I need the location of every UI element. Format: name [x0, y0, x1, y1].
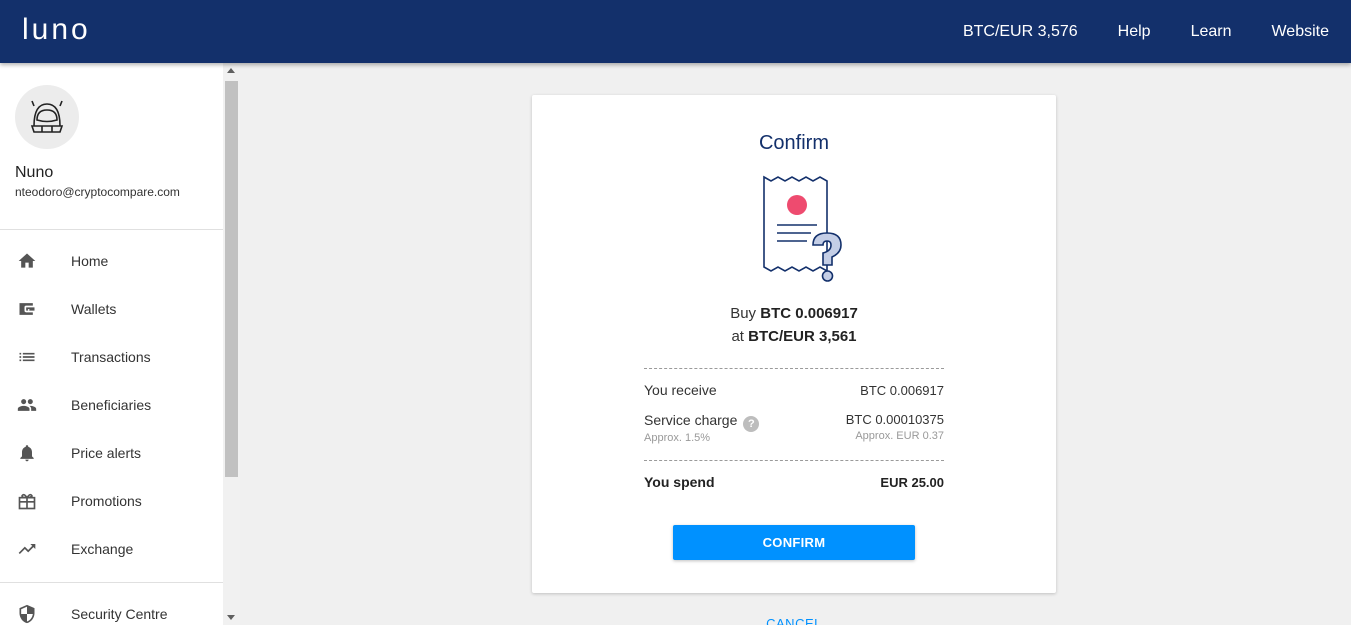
avatar[interactable]: [15, 85, 79, 149]
sidebar-item-beneficiaries[interactable]: Beneficiaries: [0, 381, 223, 429]
sidebar-item-wallets[interactable]: Wallets: [0, 285, 223, 333]
top-nav: BTC/EUR 3,576 Help Learn Website: [923, 0, 1329, 63]
list-icon: [17, 347, 37, 367]
bell-icon: [17, 443, 37, 463]
sidebar-item-label: Home: [71, 253, 109, 269]
receive-label: You receive: [644, 382, 717, 398]
sidebar-item-label: Price alerts: [71, 445, 142, 461]
scroll-thumb[interactable]: [225, 81, 238, 477]
sidebar: Nuno nteodoro@cryptocompare.com Home Wal…: [0, 63, 223, 625]
buy-prefix: Buy: [730, 305, 757, 322]
sidebar-item-promotions[interactable]: Promotions: [0, 477, 223, 525]
wallet-icon: [17, 299, 37, 319]
receipt-question-icon: [763, 175, 842, 282]
sidebar-item-home[interactable]: Home: [0, 237, 223, 285]
dashed-divider: [644, 460, 944, 461]
astronaut-helmet-icon: [30, 100, 64, 133]
sidebar-scrollbar[interactable]: [223, 63, 240, 625]
service-charge-percent: Approx. 1.5%: [644, 432, 711, 444]
receive-value: BTC 0.006917: [860, 383, 944, 398]
sidebar-item-security-centre[interactable]: Security Centre: [0, 590, 223, 625]
sidebar-item-label: Wallets: [71, 301, 117, 317]
service-charge-label: Service charge: [644, 412, 738, 428]
help-icon[interactable]: ?: [743, 416, 760, 432]
sidebar-item-label: Exchange: [71, 541, 134, 557]
sidebar-item-label: Transactions: [71, 349, 151, 365]
people-icon: [17, 395, 37, 415]
trending-up-icon: [17, 539, 37, 559]
dashed-divider: [644, 368, 944, 369]
gift-icon: [17, 491, 37, 511]
sidebar-item-label: Security Centre: [71, 606, 168, 622]
website-link[interactable]: Website: [1271, 23, 1329, 41]
user-email: nteodoro@cryptocompare.com: [15, 185, 180, 199]
scroll-down-icon[interactable]: [227, 615, 235, 620]
sidebar-item-price-alerts[interactable]: Price alerts: [0, 429, 223, 477]
confirm-button[interactable]: CONFIRM: [673, 525, 915, 560]
sidebar-item-label: Promotions: [71, 493, 142, 509]
help-link[interactable]: Help: [1118, 23, 1151, 41]
service-charge-value: BTC 0.00010375: [845, 412, 944, 427]
user-name: Nuno: [15, 164, 54, 181]
rate-value: BTC/EUR 3,561: [748, 328, 857, 345]
scroll-up-icon[interactable]: [227, 68, 235, 73]
btc-eur-ticker: BTC/EUR 3,576: [962, 22, 1078, 40]
learn-link[interactable]: Learn: [1191, 23, 1232, 41]
sidebar-item-label: Beneficiaries: [71, 397, 152, 413]
sidebar-item-exchange[interactable]: Exchange: [0, 525, 223, 573]
buy-summary: Buy BTC 0.006917: [532, 305, 1056, 322]
at-prefix: at: [731, 328, 744, 345]
top-bar: luno BTC/EUR 3,576 Help Learn Website: [0, 0, 1351, 63]
sidebar-item-transactions[interactable]: Transactions: [0, 333, 223, 381]
cancel-link[interactable]: CANCEL: [532, 616, 1056, 625]
luno-logo[interactable]: luno: [22, 14, 91, 46]
service-charge-eur: Approx. EUR 0.37: [855, 430, 944, 442]
page-title: Confirm: [758, 132, 829, 154]
confirm-card: Confirm Buy BTC 0.006917 at BTC/EUR 3,56…: [532, 95, 1056, 593]
shield-icon: [17, 604, 37, 624]
spend-value: EUR 25.00: [880, 475, 944, 490]
home-icon: [17, 251, 37, 271]
buy-amount: BTC 0.006917: [760, 305, 858, 322]
service-charge-row: Service charge?: [644, 412, 760, 432]
rate-summary: at BTC/EUR 3,561: [532, 328, 1056, 345]
divider: [0, 582, 223, 583]
divider: [0, 229, 223, 230]
spend-label: You spend: [644, 474, 715, 490]
